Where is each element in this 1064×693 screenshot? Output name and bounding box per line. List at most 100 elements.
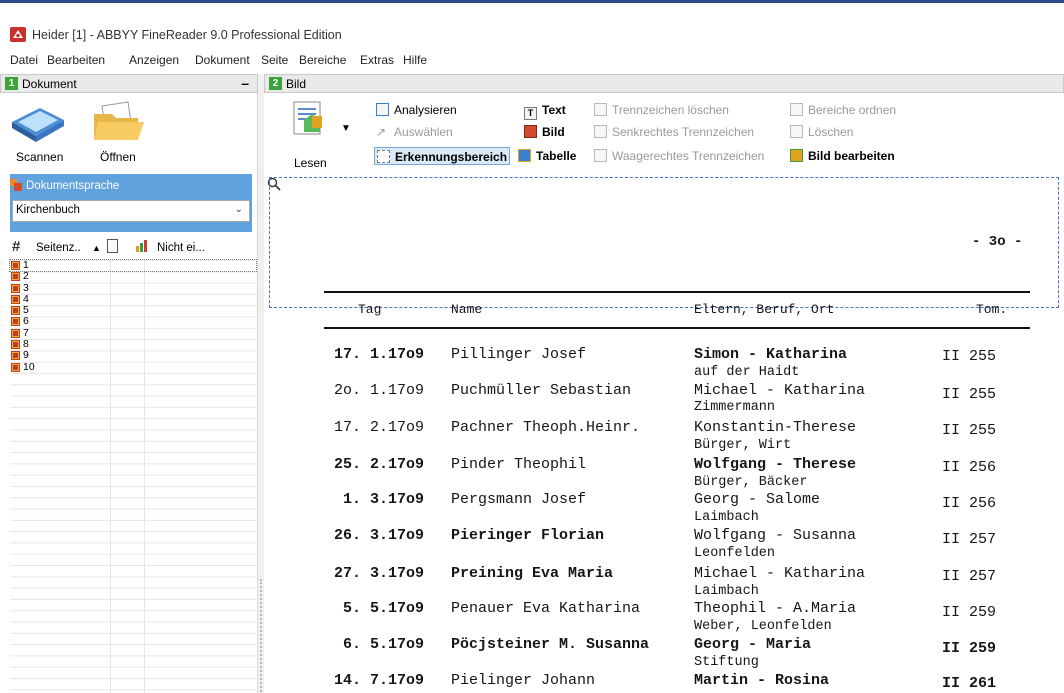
horizontal-separator-icon	[594, 149, 607, 162]
menu-datei[interactable]: Datei	[10, 53, 38, 67]
table-area-button[interactable]: Tabelle	[518, 147, 576, 165]
order-areas-icon	[790, 103, 803, 116]
header-parents: Eltern, Beruf, Ort	[694, 302, 835, 317]
open-button[interactable]: Öffnen	[82, 100, 152, 168]
header-day: Tag	[358, 302, 382, 317]
image-toolbar: ▼ Lesen Analysieren ↗ Auswählen Erkennung…	[264, 94, 1064, 172]
page-thumbnail-icon	[11, 351, 20, 361]
page-row[interactable]: 1	[9, 258, 257, 273]
bar-chart-icon[interactable]	[136, 240, 150, 252]
document-panel-header: 1 Dokument –	[0, 74, 258, 93]
page-thumbnail-icon	[11, 306, 20, 316]
panel-number-badge: 1	[5, 77, 18, 90]
page-thumbnail-icon	[11, 362, 20, 372]
folder-open-icon	[94, 101, 144, 140]
panel-number-badge: 2	[269, 77, 282, 90]
order-areas-button[interactable]: Bereiche ordnen	[790, 101, 896, 119]
horizontal-separator-button[interactable]: Waagerechtes Trennzeichen	[594, 147, 764, 165]
analyze-button[interactable]: Analysieren	[376, 101, 457, 119]
menu-bar: Datei Bearbeiten Anzeigen Dokument Seite…	[0, 50, 1064, 70]
menu-seite[interactable]: Seite	[261, 53, 288, 67]
read-button[interactable]: ▼ Lesen	[284, 98, 354, 172]
page-row[interactable]: 6	[10, 316, 256, 327]
read-dropdown-icon[interactable]: ▼	[341, 123, 351, 134]
recognition-area-region[interactable]	[269, 177, 1059, 308]
recognition-area-button[interactable]: Erkennungsbereich	[374, 147, 511, 165]
page-row[interactable]: 9	[10, 350, 256, 361]
page-row[interactable]: 4	[10, 293, 256, 305]
vertical-separator-button[interactable]: Senkrechtes Trennzeichen	[594, 123, 754, 141]
page-row[interactable]: 10	[10, 361, 256, 373]
cursor-icon: ↗	[376, 125, 387, 139]
image-area-icon	[524, 125, 537, 138]
delete-separator-button[interactable]: Trennzeichen löschen	[594, 101, 729, 119]
menu-bereiche[interactable]: Bereiche	[299, 53, 346, 67]
column-pages[interactable]: Seitenz..	[36, 242, 81, 254]
edit-image-button[interactable]: Bild bearbeiten	[790, 147, 895, 165]
minimize-button[interactable]: –	[241, 75, 249, 91]
text-area-icon: T	[524, 107, 537, 120]
recognition-area-icon	[377, 150, 390, 163]
page-row[interactable]: 7	[10, 327, 256, 339]
page-row[interactable]: 8	[10, 338, 256, 350]
edit-image-icon	[790, 149, 803, 162]
header-name: Name	[451, 302, 483, 317]
language-title: Dokumentsprache	[26, 180, 120, 192]
sort-asc-icon: ▲	[92, 243, 101, 253]
panel-title: Bild	[286, 77, 307, 91]
page-icon[interactable]	[107, 239, 118, 253]
menu-bearbeiten[interactable]: Bearbeiten	[47, 53, 105, 67]
page-thumbnail-icon	[11, 283, 20, 293]
menu-hilfe[interactable]: Hilfe	[403, 53, 427, 67]
language-icon	[10, 179, 22, 191]
page-thumbnail-icon	[11, 340, 20, 350]
column-not-recognized[interactable]: Nicht ei...	[157, 242, 205, 254]
header-bottom-rule	[324, 327, 1030, 329]
abbyy-app-icon	[10, 27, 26, 42]
vertical-separator-icon	[594, 125, 607, 138]
table-area-icon	[518, 149, 531, 162]
analyze-icon	[376, 103, 389, 116]
language-value: Kirchenbuch	[16, 204, 80, 216]
page-thumbnail-icon	[11, 294, 20, 304]
chevron-down-icon: ⌄	[234, 204, 243, 215]
panel-title: Dokument	[22, 77, 77, 91]
page-thumbnail-icon	[11, 261, 20, 270]
page-thumbnail-icon	[11, 317, 20, 327]
separator-delete-icon	[594, 103, 607, 116]
window-title: Heider [1] - ABBYY FineReader 9.0 Profes…	[32, 28, 342, 42]
menu-extras[interactable]: Extras	[360, 53, 394, 67]
table-top-rule	[324, 291, 1030, 293]
page-row[interactable]: 3	[10, 282, 256, 294]
document-language-box: Dokumentsprache Kirchenbuch ⌄	[10, 174, 252, 232]
page-row[interactable]: 2	[10, 270, 256, 282]
scan-label: Scannen	[16, 150, 64, 164]
splitter-grip[interactable]	[260, 579, 262, 693]
scanned-page-view[interactable]: - 3o - Tag Name Eltern, Beruf, Ort Tom. …	[264, 174, 1064, 693]
delete-area-button[interactable]: Löschen	[790, 123, 853, 141]
title-bar: Heider [1] - ABBYY FineReader 9.0 Profes…	[0, 3, 1064, 47]
read-icon	[293, 101, 322, 135]
delete-icon	[790, 125, 803, 138]
page-list: 1 2 3 4 5 6 7 8 9 10	[9, 258, 257, 373]
page-row[interactable]: 5	[10, 304, 256, 316]
pages-column-header: # Seitenz.. ▲ Nicht ei...	[10, 236, 256, 260]
menu-dokument[interactable]: Dokument	[195, 53, 250, 67]
text-area-button[interactable]: T Text	[524, 101, 566, 120]
image-area-button[interactable]: Bild	[524, 123, 565, 141]
document-panel: 1 Dokument – Scannen Öffnen Dokumentspra…	[0, 74, 258, 693]
select-button[interactable]: ↗ Auswählen	[376, 123, 453, 141]
page-thumbnail-icon	[11, 328, 20, 338]
image-panel-header: 2 Bild	[264, 74, 1064, 93]
page-number: - 3o -	[972, 234, 1023, 250]
read-label: Lesen	[294, 156, 327, 170]
open-label: Öffnen	[100, 150, 136, 164]
page-thumbnail-icon	[11, 272, 20, 282]
scanner-icon	[12, 108, 64, 142]
menu-anzeigen[interactable]: Anzeigen	[129, 53, 179, 67]
scan-button[interactable]: Scannen	[6, 100, 68, 168]
hash-icon: #	[12, 238, 21, 255]
header-tome: Tom.	[976, 302, 1008, 317]
language-select[interactable]: Kirchenbuch ⌄	[12, 200, 250, 222]
image-panel: 2 Bild ▼ Lesen Analysieren ↗ Auswählen Er…	[264, 74, 1064, 693]
